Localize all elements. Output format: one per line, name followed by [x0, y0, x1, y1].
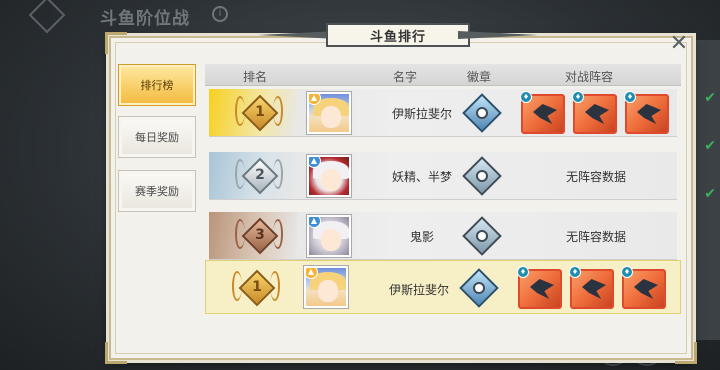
player-name: 伊斯拉斐尔: [388, 283, 449, 297]
close-button[interactable]: ✕: [666, 31, 692, 56]
rank-number: 1: [252, 279, 262, 295]
emblem-icon: [462, 156, 502, 196]
hero-card[interactable]: ♦: [520, 91, 565, 134]
header-lineup: 对战阵容: [565, 70, 614, 84]
dialog-corner-ornament: [105, 32, 127, 54]
info-icon: i: [212, 6, 228, 22]
hero-level-pin-icon: ♦: [624, 91, 636, 103]
self-rank-row[interactable]: 1 ▲ 伊斯拉斐尔 ♦ ♦ ♦: [205, 260, 681, 314]
player-avatar[interactable]: ▲: [304, 266, 348, 308]
tab-leaderboard[interactable]: 排行榜: [118, 64, 196, 106]
player-name: 鬼影: [409, 230, 434, 244]
hero-card[interactable]: ♦: [621, 266, 666, 309]
tab-label: 赛季奖励: [135, 185, 179, 198]
player-avatar[interactable]: ▲: [307, 92, 351, 134]
check-icon: ✔: [704, 90, 716, 106]
table-header: 排名 名字 徽章 对战阵容: [205, 64, 681, 86]
table-row[interactable]: 3 ▲ 鬼影 无阵容数据: [209, 212, 677, 260]
dialog-title: 斗鱼排行: [326, 23, 470, 47]
hero-card[interactable]: ♦: [569, 266, 614, 309]
silver-medal-icon: 2: [235, 157, 283, 197]
background-title: 斗鱼阶位战: [100, 9, 190, 29]
emblem-icon: [462, 93, 502, 133]
no-lineup-text: 无阵容数据: [565, 230, 626, 244]
table-row[interactable]: 2 ▲ 妖精、半梦 无阵容数据: [209, 152, 677, 200]
table-row[interactable]: 1 ▲ 伊斯拉斐尔 ♦ ♦ ♦: [209, 89, 677, 137]
tab-daily-rewards[interactable]: 每日奖励: [118, 116, 196, 158]
header-name: 名字: [393, 70, 418, 84]
dialog-corner-ornament: [675, 342, 697, 364]
player-name: 伊斯拉斐尔: [391, 107, 452, 121]
header-emblem: 徽章: [467, 70, 492, 84]
battle-lineup: ♦ ♦ ♦: [520, 91, 671, 134]
close-icon: ✕: [669, 31, 689, 56]
tab-season-rewards[interactable]: 赛季奖励: [118, 170, 196, 212]
rank-number: 2: [255, 167, 265, 183]
title-wing-ornament: [458, 31, 538, 39]
hero-card[interactable]: ♦: [624, 91, 669, 134]
dialog-title-bar: 斗鱼排行: [258, 23, 538, 47]
tab-label: 排行榜: [140, 79, 174, 92]
dialog-corner-ornament: [105, 342, 127, 364]
hero-level-pin-icon: ♦: [569, 266, 581, 278]
player-avatar[interactable]: ▲: [307, 215, 351, 257]
emblem-icon: [459, 268, 499, 308]
leaderboard-table: 排名 名字 徽章 对战阵容 1 ▲ 伊斯拉斐尔 ♦ ♦ ♦ 2 ▲ 妖精、半梦 …: [205, 64, 681, 316]
gold-medal-icon: 1: [232, 269, 280, 309]
hero-level-pin-icon: ♦: [520, 91, 532, 103]
hero-level-pin-icon: ♦: [572, 91, 584, 103]
emblem-icon: [462, 216, 502, 256]
hero-card[interactable]: ♦: [572, 91, 617, 134]
rank-number: 1: [255, 104, 265, 120]
rank-number: 3: [255, 227, 265, 243]
hero-card[interactable]: ♦: [517, 266, 562, 309]
player-avatar[interactable]: ▲: [307, 155, 351, 197]
player-name: 妖精、半梦: [391, 170, 452, 184]
tab-label: 每日奖励: [135, 131, 179, 144]
check-icon: ✔: [704, 186, 716, 202]
hero-level-pin-icon: ♦: [517, 266, 529, 278]
header-rank: 排名: [243, 70, 268, 84]
gold-medal-icon: 1: [235, 94, 283, 134]
battle-lineup: ♦ ♦ ♦: [517, 266, 668, 309]
no-lineup-text: 无阵容数据: [565, 170, 626, 184]
check-icon: ✔: [704, 138, 716, 154]
hero-level-pin-icon: ♦: [621, 266, 633, 278]
bronze-medal-icon: 3: [235, 217, 283, 257]
